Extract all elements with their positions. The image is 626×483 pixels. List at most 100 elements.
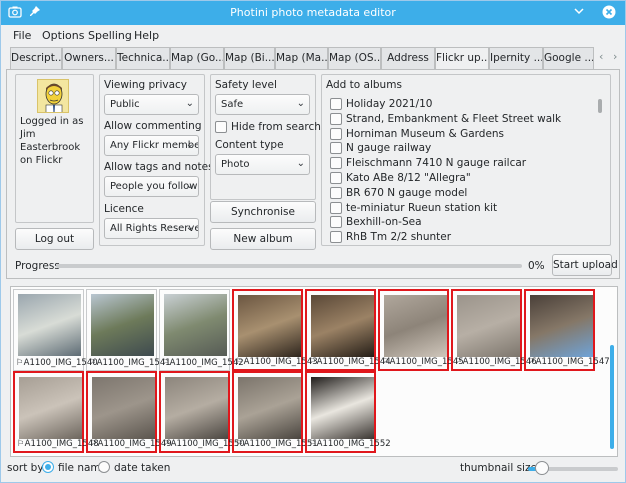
thumbnail[interactable]: ⚐A1100_IMG_1550 [159,371,245,453]
tab-scroll-right-icon[interactable]: › [613,50,617,63]
menu-file[interactable]: File [13,29,31,42]
chevron-down-icon: ⌄ [185,98,194,109]
hide-from-search-checkbox[interactable] [215,121,227,133]
thumbnail[interactable]: ⚐A1100_IMG_1542 [159,289,244,371]
thumbnail-image [238,295,301,357]
title-bar[interactable]: Photini photo metadata editor [1,1,625,25]
allow-tags-label: Allow tags and notes [104,161,214,173]
thumbnail[interactable]: ⚐A1100_IMG_1543 [232,289,318,371]
close-icon[interactable] [601,5,617,21]
safety-level-value: Safe [221,99,244,110]
tab-ownership[interactable]: Owners... [62,47,116,69]
thumbnail[interactable]: ⚐A1100_IMG_1551 [232,371,318,453]
album-checkbox[interactable] [330,98,342,110]
upload-progress-bar [56,264,522,268]
safety-level-select[interactable]: Safe ⌄ [215,94,310,115]
tab-scroll-left-icon[interactable]: ‹ [599,50,603,63]
album-checkbox[interactable] [330,142,342,155]
thumbnail[interactable]: ⚐A1100_IMG_1546 [451,289,537,371]
albums-scrollbar[interactable] [598,99,602,113]
tab-map-google[interactable]: Map (Go... [170,47,224,69]
content-type-select[interactable]: Photo ⌄ [215,154,310,175]
licence-label: Licence [104,203,144,215]
tab-map-bing[interactable]: Map (Bi... [224,47,275,69]
window-title: Photini photo metadata editor [230,6,396,19]
album-label: Bexhill-on-Sea [346,216,422,229]
sort-date-taken-radio[interactable] [98,461,110,473]
viewing-privacy-select[interactable]: Public ⌄ [104,94,199,115]
album-checkbox[interactable] [330,127,342,140]
allow-commenting-select[interactable]: Any Flickr member ⌄ [104,135,199,156]
allow-tags-value: People you follow [110,181,198,192]
album-checkbox[interactable] [330,172,342,184]
thumbnail[interactable]: ⚐A1100_IMG_1547 [524,289,610,371]
flag-icon: ⚐ [16,358,24,368]
tab-technical[interactable]: Technica... [116,47,170,69]
thumbnail-caption: ⚐A1100_IMG_1552 [309,439,391,449]
chevron-down-icon[interactable] [571,5,587,21]
sort-file-name-radio[interactable] [42,461,54,473]
tab-google[interactable]: Google ... [543,47,594,69]
chevron-down-icon: ⌄ [185,180,194,191]
album-checkbox[interactable] [330,216,342,229]
thumbnail[interactable]: ⚐A1100_IMG_1540 [13,289,98,371]
thumbnail-image [164,294,227,356]
thumbnail-image [457,295,520,357]
account-status: Logged in as Jim Easterbrook on Flickr [20,116,84,166]
thumbnail-image [311,377,374,439]
album-checkbox[interactable] [330,186,342,199]
content-type-value: Photo [221,159,250,170]
flag-icon: ⚐ [17,439,25,449]
menu-spelling[interactable]: Spelling [88,29,132,42]
flag-icon: ⚐ [236,357,244,367]
thumbnail-image [311,295,374,357]
thumbnail[interactable]: ⚐A1100_IMG_1541 [86,289,171,371]
new-album-button[interactable]: New album [210,228,316,250]
thumbnail-image [530,295,593,357]
avatar [37,79,69,113]
album-label: BR 670 N gauge model [346,186,468,199]
thumbnail[interactable]: ⚐A1100_IMG_1549 [86,371,172,453]
thumbnail[interactable]: ⚐A1100_IMG_1545 [378,289,464,371]
tab-map-osm[interactable]: Map (OS... [328,47,381,69]
thumbnail-size-slider[interactable] [534,461,549,475]
chevron-down-icon: ⌄ [185,222,194,233]
hide-from-search-label: Hide from search [231,121,321,133]
logout-button[interactable]: Log out [15,228,94,250]
album-checkbox[interactable] [330,231,342,244]
progress-label: Progress [15,260,60,272]
synchronise-button[interactable]: Synchronise [210,201,316,223]
thumbnail[interactable]: ⚐A1100_IMG_1552 [305,371,391,453]
album-checkbox[interactable] [330,112,342,125]
album-label: RhB Tm 2/2 shunter [346,231,452,244]
allow-tags-select[interactable]: People you follow ⌄ [104,176,199,197]
menu-bar: File Options Spelling Help [1,25,625,47]
flag-icon: ⚐ [90,439,98,449]
licence-select[interactable]: All Rights Reserved ⌄ [104,218,199,239]
thumbnail-grid[interactable]: ⚐A1100_IMG_1540 ⚐A1100_IMG_1541 ⚐A1100_IMG… [10,286,618,457]
chevron-down-icon: ⌄ [296,98,305,109]
menu-help[interactable]: Help [134,29,159,42]
album-label: Kato ABe 8/12 "Allegra" [346,172,471,184]
menu-options[interactable]: Options [42,29,84,42]
tab-description[interactable]: Descript... [10,47,62,69]
thumbnail[interactable]: ⚐A1100_IMG_1548 [13,371,99,453]
tab-flickr-upload[interactable]: Flickr up... [435,47,489,71]
chevron-down-icon: ⌄ [185,139,194,150]
album-checkbox[interactable] [330,157,342,170]
album-label: te-miniatur Rueun station kit [346,201,498,214]
start-upload-button[interactable]: Start upload [552,254,618,276]
tab-ipernity[interactable]: Ipernity ... [489,47,543,69]
album-checkbox[interactable] [330,201,342,214]
flag-icon: ⚐ [89,358,97,368]
thumbnail-image [91,294,154,356]
flag-icon: ⚐ [528,357,536,367]
thumbnail-scrollbar[interactable] [610,345,614,449]
flag-icon: ⚐ [163,439,171,449]
thumbnail-image [92,377,155,439]
tab-address[interactable]: Address [381,47,435,69]
tab-map-mapbox[interactable]: Map (Ma... [275,47,328,69]
thumbnail[interactable]: ⚐A1100_IMG_1544 [305,289,391,371]
flag-icon: ⚐ [309,439,317,449]
thumbnail-image [238,377,301,439]
